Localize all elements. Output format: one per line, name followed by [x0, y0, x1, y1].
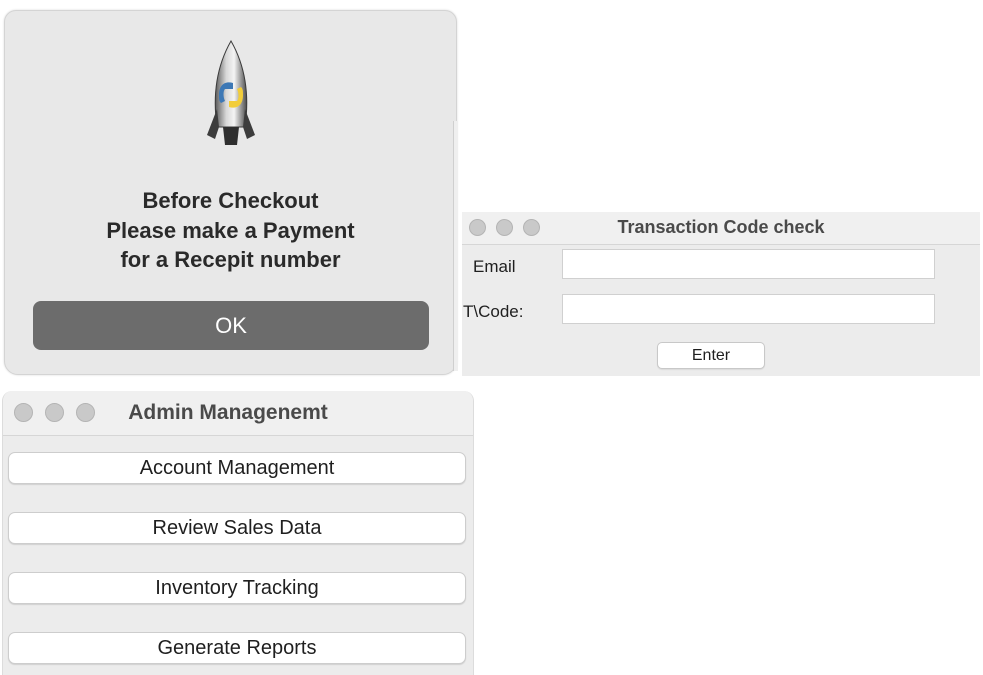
- admin-management-window: Admin Managenemt Account Management Revi…: [2, 391, 474, 675]
- review-sales-data-button[interactable]: Review Sales Data: [8, 512, 466, 544]
- alert-message: Before Checkout Please make a Payment fo…: [5, 186, 456, 275]
- alert-message-line: for a Recepit number: [120, 247, 341, 272]
- alert-message-line: Before Checkout: [142, 188, 319, 213]
- title-bar: Admin Managenemt: [3, 391, 473, 436]
- account-management-button[interactable]: Account Management: [8, 452, 466, 484]
- enter-button[interactable]: Enter: [657, 342, 765, 369]
- title-bar: Transaction Code check: [462, 212, 980, 245]
- window-title: Admin Managenemt: [128, 401, 328, 424]
- window-title: Transaction Code check: [617, 217, 825, 237]
- email-field[interactable]: [562, 249, 935, 279]
- generate-reports-button[interactable]: Generate Reports: [8, 632, 466, 664]
- email-label: Email: [473, 257, 516, 276]
- transaction-code-label: T\Code:: [463, 302, 524, 321]
- python-launcher-rocket-icon: [207, 39, 255, 145]
- inventory-tracking-button[interactable]: Inventory Tracking: [8, 572, 466, 604]
- transaction-code-window: Transaction Code check Email T\Code: Ent…: [462, 212, 980, 376]
- alert-message-line: Please make a Payment: [106, 217, 355, 243]
- checkout-alert-dialog: Before Checkout Please make a Payment fo…: [4, 10, 458, 375]
- ok-button[interactable]: OK: [33, 301, 429, 350]
- transaction-code-field[interactable]: [562, 294, 935, 324]
